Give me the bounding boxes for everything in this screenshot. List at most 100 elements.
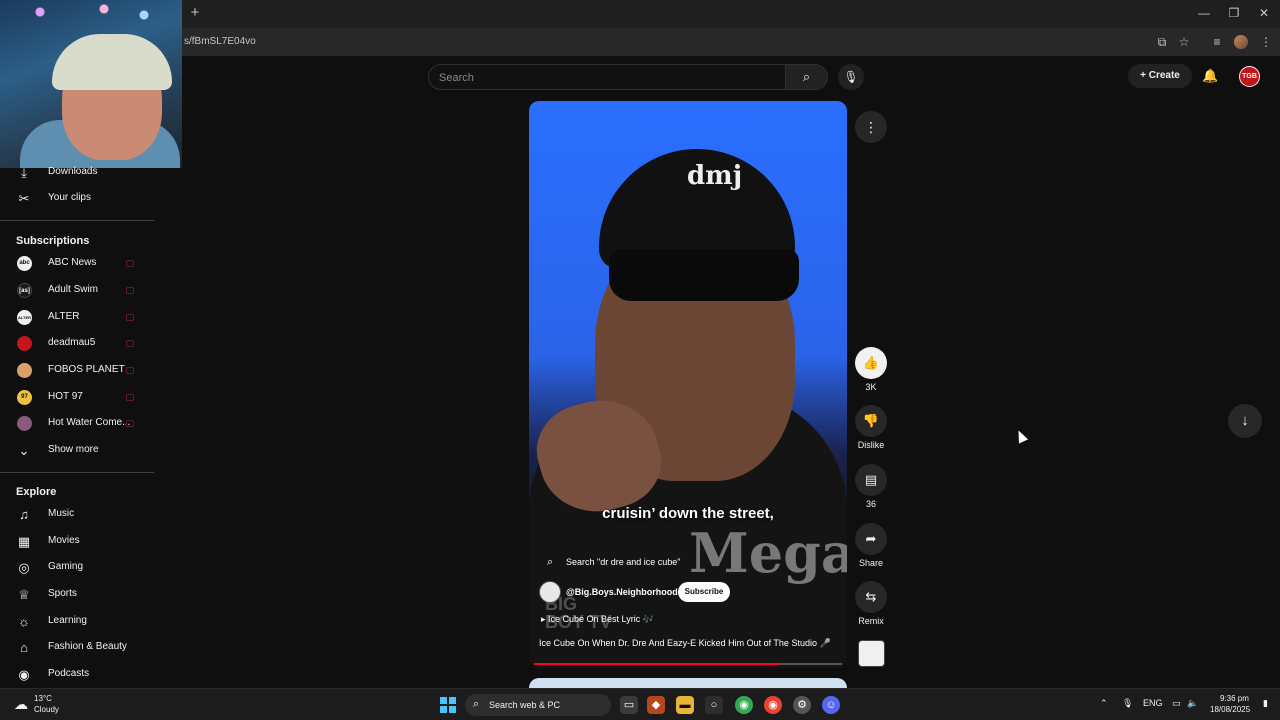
url-text[interactable]: s/fBmSL7E04vo bbox=[184, 36, 256, 47]
sidebar-item-your-clips[interactable]: ✂ Your clips bbox=[0, 186, 154, 212]
install-app-icon[interactable]: ⧉ bbox=[1154, 34, 1170, 50]
windows-taskbar: ☁ 13°C Cloudy ⌕ Search web & PC ▭ ◆ ▬ ○ … bbox=[0, 688, 1280, 720]
browser-profile-avatar[interactable] bbox=[1234, 35, 1248, 49]
live-indicator-icon bbox=[126, 287, 134, 294]
user-avatar[interactable]: TGB bbox=[1239, 66, 1260, 87]
search-button[interactable]: ⌕ bbox=[786, 64, 828, 90]
subscription-label: ABC News bbox=[48, 257, 97, 268]
create-button[interactable]: + Create bbox=[1128, 64, 1192, 88]
sidebar-item-downloads[interactable]: ⤓ Downloads bbox=[0, 160, 154, 186]
subscription-label: HOT 97 bbox=[48, 391, 83, 402]
subscription-deadmau5[interactable]: deadmau5 bbox=[0, 331, 154, 357]
subscription-abc-news[interactable]: abc ABC News bbox=[0, 251, 154, 277]
next-video-button[interactable]: ↓ bbox=[1228, 404, 1262, 438]
browser-tab-strip: + — ❐ ✕ bbox=[0, 0, 1280, 28]
new-tab-icon[interactable]: + bbox=[188, 5, 202, 21]
search-input[interactable] bbox=[439, 70, 769, 86]
clock-time[interactable]: 9:36 pm bbox=[1220, 694, 1249, 703]
discord-icon[interactable]: ☺ bbox=[822, 696, 840, 714]
sidebar-item-gaming[interactable]: ◎ Gaming bbox=[0, 555, 154, 581]
remix-button[interactable]: ⇆ bbox=[855, 581, 887, 613]
subscription-label: deadmau5 bbox=[48, 337, 96, 348]
sidebar-item-label: Downloads bbox=[48, 166, 98, 177]
show-more-button[interactable]: ⌄ Show more bbox=[0, 438, 154, 464]
search-box[interactable] bbox=[428, 64, 786, 90]
subscribe-button[interactable]: Subscribe bbox=[678, 582, 730, 602]
close-icon[interactable]: ✕ bbox=[1256, 5, 1272, 21]
subscription-fobos-planet[interactable]: FOBOS PLANET bbox=[0, 358, 154, 384]
minimize-icon[interactable]: — bbox=[1196, 5, 1212, 21]
share-button[interactable]: ➦ bbox=[855, 523, 887, 555]
windows-start-icon[interactable] bbox=[440, 697, 456, 713]
taskbar-search[interactable]: ⌕ Search web & PC bbox=[465, 694, 611, 716]
microphone-icon[interactable]: 🎙 bbox=[1122, 698, 1133, 709]
subscription-hot-97[interactable]: 97 HOT 97 bbox=[0, 385, 154, 411]
more-options-button[interactable]: ⋮ bbox=[855, 111, 887, 143]
language-indicator[interactable]: ENG bbox=[1143, 698, 1163, 708]
sidebar-item-movies[interactable]: ▦ Movies bbox=[0, 529, 154, 555]
browser-menu-icon[interactable]: ⋮ bbox=[1258, 34, 1274, 50]
comments-button[interactable]: ▤ bbox=[855, 464, 887, 496]
restore-icon[interactable]: ❐ bbox=[1226, 5, 1242, 21]
video-progress-bar[interactable] bbox=[534, 663, 842, 665]
hanger-icon: ⌂ bbox=[20, 640, 28, 655]
chrome-icon[interactable]: ◉ bbox=[735, 696, 753, 714]
sidebar-divider bbox=[0, 472, 154, 473]
sidebar-item-sports[interactable]: ♕ Sports bbox=[0, 582, 154, 608]
dislike-button[interactable]: 👎 bbox=[855, 405, 887, 437]
channel-avatar[interactable] bbox=[539, 581, 561, 603]
show-hidden-icons-chevron-up-icon[interactable]: ⌃ bbox=[1100, 698, 1108, 709]
sound-thumbnail[interactable] bbox=[858, 640, 885, 667]
remix-icon: ⇆ bbox=[865, 589, 877, 604]
dislike-action[interactable]: 👎 Dislike bbox=[855, 405, 887, 450]
speaker-icon[interactable]: 🔈 bbox=[1187, 698, 1198, 709]
weather-condition[interactable]: Cloudy bbox=[34, 705, 59, 714]
mouse-cursor-icon bbox=[1013, 428, 1029, 444]
thumbs-down-icon: 👎 bbox=[862, 413, 880, 428]
comments-action[interactable]: ▤ 36 bbox=[855, 464, 887, 509]
shorts-video-player[interactable]: dmj Mega BIG BOY TV cruisin’ down the st… bbox=[529, 101, 847, 668]
thumbs-up-icon: 👍 bbox=[862, 355, 880, 370]
subscriptions-title[interactable]: Subscriptions bbox=[16, 235, 89, 247]
clock-date[interactable]: 18/08/2025 bbox=[1210, 705, 1250, 714]
sidebar-item-podcasts[interactable]: ◉ Podcasts bbox=[0, 662, 154, 688]
show-more-label: Show more bbox=[48, 444, 99, 455]
chrome-active-icon[interactable]: ◉ bbox=[764, 696, 782, 714]
weather-cloud-icon[interactable]: ☁ bbox=[12, 695, 30, 713]
like-button[interactable]: 👍 bbox=[855, 347, 887, 379]
notification-center-icon[interactable]: ▮ bbox=[1263, 698, 1268, 709]
music-note-icon: ♫ bbox=[19, 507, 29, 522]
subscription-hot-water[interactable]: Hot Water Come... bbox=[0, 411, 154, 437]
voice-search-button[interactable]: 🎙 bbox=[838, 64, 864, 90]
sidebar-item-learning[interactable]: ☼ Learning bbox=[0, 609, 154, 635]
live-indicator-icon bbox=[126, 314, 134, 321]
subscription-alter[interactable]: ALTER ALTER bbox=[0, 305, 154, 331]
network-icon[interactable]: ▭ bbox=[1172, 698, 1181, 709]
subscription-adult-swim[interactable]: [as] Adult Swim bbox=[0, 278, 154, 304]
share-action[interactable]: ➦ Share bbox=[855, 523, 887, 568]
scissors-icon: ✂ bbox=[18, 191, 30, 206]
file-explorer-icon[interactable]: ▬ bbox=[676, 696, 694, 714]
weather-temperature[interactable]: 13°C bbox=[34, 694, 52, 703]
bookmark-star-icon[interactable]: ☆ bbox=[1176, 34, 1192, 50]
remix-action[interactable]: ⇆ Remix bbox=[855, 581, 887, 626]
sidebar-item-music[interactable]: ♫ Music bbox=[0, 502, 154, 528]
sidebar-item-label: Movies bbox=[48, 535, 80, 546]
channel-name-link[interactable]: @Big.Boys.Neighborhood bbox=[566, 587, 678, 597]
cortana-icon[interactable]: ○ bbox=[705, 696, 723, 714]
sidebar-item-fashion-beauty[interactable]: ⌂ Fashion & Beauty bbox=[0, 635, 154, 661]
trophy-icon: ♕ bbox=[18, 587, 30, 602]
webcam-overlay bbox=[0, 0, 182, 168]
notifications-bell-icon[interactable]: 🔔 bbox=[1202, 68, 1218, 84]
media-control-icon[interactable]: ≡ bbox=[1209, 34, 1225, 50]
remix-label: Remix bbox=[858, 616, 884, 626]
steam-icon[interactable]: ⚙ bbox=[793, 696, 811, 714]
task-view-icon[interactable]: ▭ bbox=[620, 696, 638, 714]
channel-avatar bbox=[17, 416, 32, 431]
address-bar[interactable]: s/fBmSL7E04vo bbox=[0, 28, 1280, 56]
sidebar: ⤓ Downloads ✂ Your clips Subscriptions a… bbox=[0, 160, 154, 688]
sound-link[interactable]: ▸ Ice Cube On Best Lyric 🎶 bbox=[541, 614, 654, 625]
video-title[interactable]: Ice Cube On When Dr. Dre And Eazy-E Kick… bbox=[539, 638, 831, 649]
app-icon[interactable]: ◆ bbox=[647, 696, 665, 714]
like-action[interactable]: 👍 3K bbox=[855, 347, 887, 392]
